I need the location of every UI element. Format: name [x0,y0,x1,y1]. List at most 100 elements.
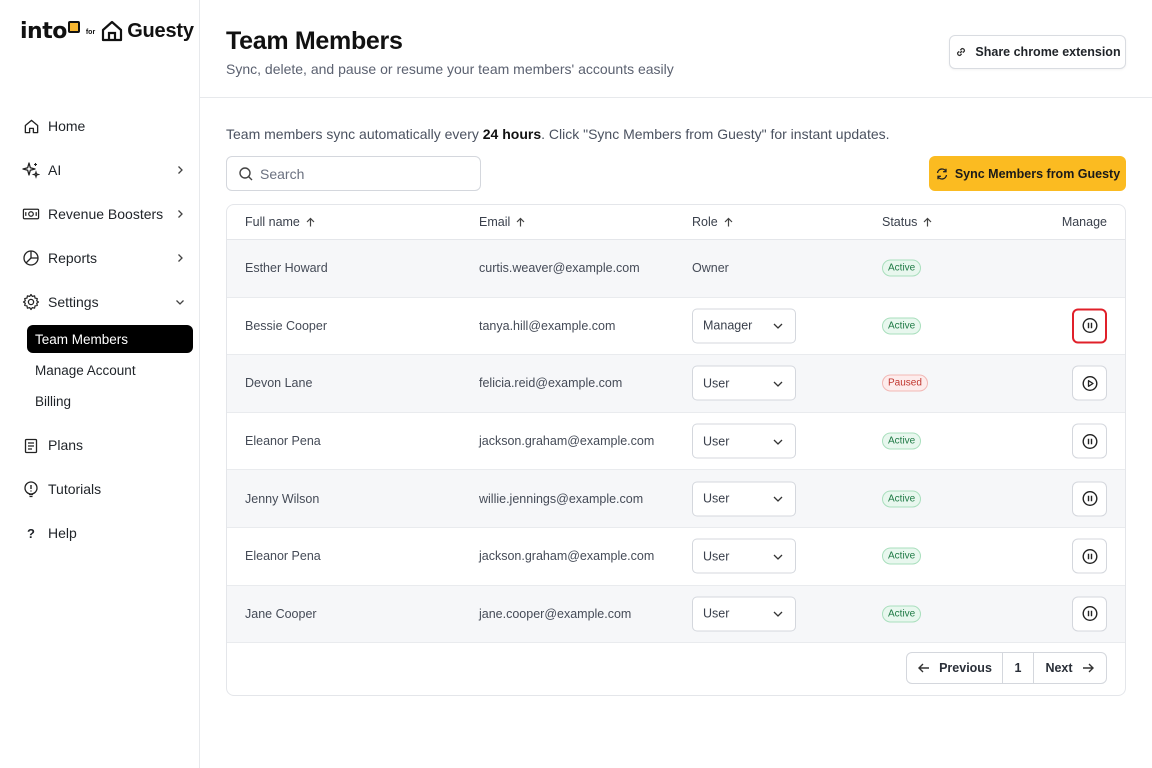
sidebar-item-reports[interactable]: Reports [0,236,200,280]
column-header-email[interactable]: Email [479,215,526,229]
column-header-manage: Manage [1062,215,1107,229]
sync-info-text: Team members sync automatically every 24… [226,126,890,142]
role-select[interactable]: Manager [692,308,796,344]
chevron-right-icon [174,164,186,176]
sidebar-item-revenue-boosters[interactable]: Revenue Boosters [0,192,200,236]
page-subtitle: Sync, delete, and pause or resume your t… [226,61,674,77]
member-email: felicia.reid@example.com [479,376,623,391]
share-button-label: Share chrome extension [975,45,1121,59]
sparkle-icon [22,161,40,179]
sidebar-item-label: Reports [48,250,98,266]
role-select-value: User [703,491,730,506]
arrow-right-icon [1081,661,1095,675]
role-select[interactable]: User [692,481,796,517]
refresh-icon [935,167,949,181]
status-badge-label: Active [882,490,922,508]
pause-member-button[interactable] [1072,423,1107,459]
previous-page-button[interactable]: Previous [907,653,1003,683]
search-box[interactable] [226,156,481,191]
member-name: Bessie Cooper [245,318,327,333]
resume-member-button[interactable] [1072,365,1107,401]
column-header-label: Role [692,215,718,229]
pause-member-button[interactable] [1072,538,1107,574]
role-select-value: User [703,549,730,564]
sort-arrow-up-icon [515,217,526,228]
status-badge-label: Active [882,259,922,277]
money-icon [22,205,40,223]
chevron-down-icon [772,435,784,447]
sync-button-label: Sync Members from Guesty [954,166,1121,181]
sidebar-item-label: Home [48,118,86,134]
sort-arrow-up-icon [723,217,734,228]
main-nav: Home AI Revenue Boosters Reports Setting… [0,104,200,555]
page-number-button[interactable]: 1 [1003,653,1034,683]
sidebar-item-ai[interactable]: AI [0,148,200,192]
sidebar-subitem-manage-account[interactable]: Manage Account [27,355,193,386]
status-badge: Active [882,259,922,277]
info-bold: 24 hours [482,126,542,142]
column-header-label: Manage [1061,215,1107,229]
sidebar-item-tutorials[interactable]: Tutorials [0,467,200,511]
member-name: Eleanor Pena [245,549,321,564]
sidebar-item-label: Tutorials [48,481,102,497]
share-chrome-extension-button[interactable]: Share chrome extension [949,35,1126,69]
column-header-label: Status [882,215,918,229]
member-email: jackson.graham@example.com [479,549,655,564]
sidebar-item-help[interactable]: ? Help [0,511,200,555]
member-email: jackson.graham@example.com [479,434,655,449]
column-header-full-name[interactable]: Full name [245,215,316,229]
member-name: Devon Lane [245,376,313,391]
chevron-down-icon [772,320,784,332]
sidebar-subitem-team-members[interactable]: Team Members [27,325,193,353]
table-row: Jenny Wilson willie.jennings@example.com… [227,470,1125,528]
table-row: Eleanor Pena jackson.graham@example.com … [227,528,1125,586]
role-select[interactable]: User [692,538,796,574]
sync-members-button[interactable]: Sync Members from Guesty [929,156,1126,191]
lightbulb-icon [22,480,40,498]
role-select[interactable]: User [692,596,796,632]
chevron-down-icon [772,608,784,620]
brand-logo[interactable]: into for Guesty [20,18,194,44]
pause-icon [1081,548,1098,564]
sidebar-item-settings[interactable]: Settings [0,280,200,324]
status-badge-label: Active [882,432,922,450]
sort-arrow-up-icon [305,217,316,228]
next-page-button[interactable]: Next [1034,653,1106,683]
arrow-left-icon [917,661,931,675]
pause-member-button[interactable] [1072,308,1107,344]
brand-into: into [20,18,67,44]
member-email: curtis.weaver@example.com [479,261,640,276]
chevron-right-icon [174,208,186,220]
pie-chart-icon [22,249,40,267]
pause-icon [1081,318,1098,334]
sidebar: into for Guesty Home AI Revenue Boosters… [0,0,200,768]
status-badge: Active [882,490,922,508]
sidebar-item-home[interactable]: Home [0,104,200,148]
sidebar-item-plans[interactable]: Plans [0,423,200,467]
chevron-down-icon [772,550,784,562]
column-header-status[interactable]: Status [882,215,933,229]
sidebar-item-label: Settings [48,294,99,310]
role-select[interactable]: User [692,423,796,459]
member-name: Eleanor Pena [245,434,321,449]
member-name: Jane Cooper [245,606,317,621]
role-select[interactable]: User [692,365,796,401]
page-title: Team Members [226,27,403,55]
chevron-down-icon [772,377,784,389]
member-name: Esther Howard [245,261,328,276]
pause-member-button[interactable] [1072,481,1107,517]
status-badge-label: Paused [882,374,928,392]
status-badge: Active [882,317,922,335]
status-badge: Paused [882,374,928,392]
search-input[interactable] [260,165,460,182]
brand-for: for [85,28,96,36]
chevron-down-icon [174,296,186,308]
member-email: willie.jennings@example.com [479,491,644,506]
sidebar-subitem-billing[interactable]: Billing [27,386,193,417]
home-icon [22,117,40,135]
status-badge-label: Active [882,605,922,623]
column-header-role[interactable]: Role [692,215,734,229]
pause-member-button[interactable] [1072,596,1107,632]
brand-guesty: Guesty [127,19,194,42]
column-header-label: Full name [245,215,300,229]
